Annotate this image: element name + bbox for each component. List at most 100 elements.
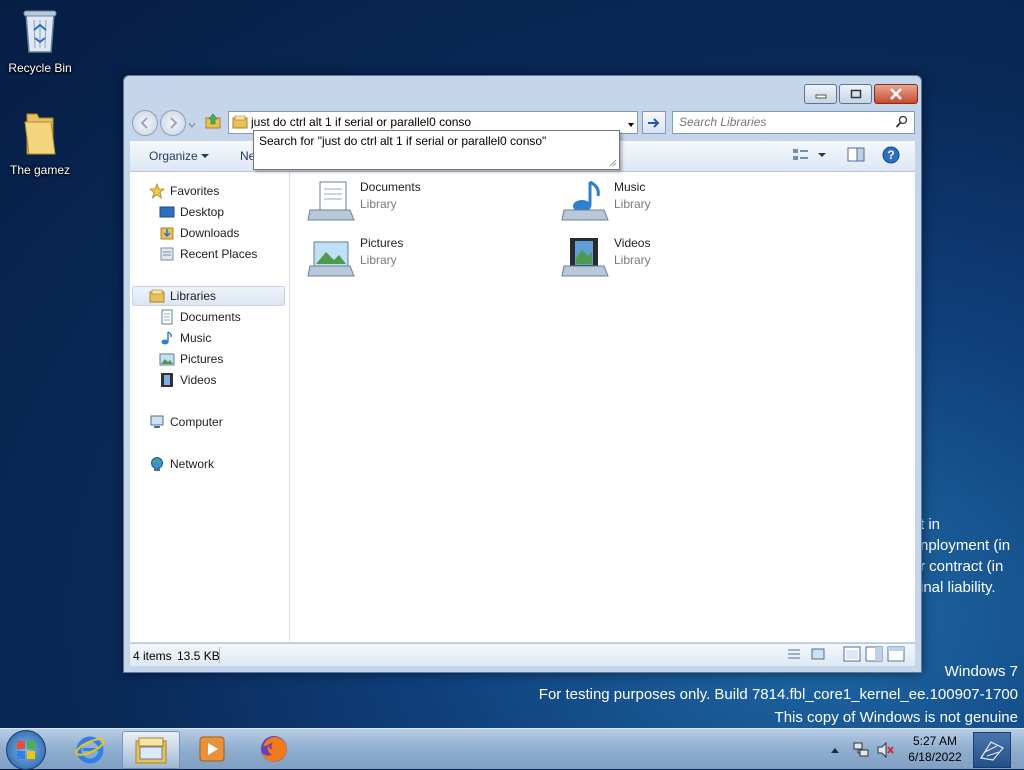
library-item-videos[interactable]: Videos Library [560, 236, 651, 282]
organize-menu[interactable]: Organize [149, 149, 210, 163]
nav-videos[interactable]: Videos [159, 370, 216, 390]
maximize-button[interactable] [839, 84, 872, 104]
status-item-count: 4 items [133, 649, 172, 663]
back-button[interactable] [132, 110, 158, 136]
show-desktop-button[interactable] [973, 732, 1011, 768]
recycle-bin-icon [0, 8, 80, 57]
desktop-icon-label: The gamez [9, 163, 71, 177]
large-icons-view-button[interactable] [810, 647, 826, 664]
chevron-down-icon [628, 123, 634, 127]
library-item-music[interactable]: Music Library [560, 180, 651, 226]
folder-icon [0, 112, 80, 159]
close-button[interactable] [874, 84, 918, 104]
view-options-icon [793, 149, 808, 160]
network-tray-icon [853, 742, 869, 757]
nav-music[interactable]: Music [159, 328, 211, 348]
chevron-down-icon [201, 154, 210, 158]
address-dropdown-button[interactable] [627, 118, 635, 132]
nav-label: Network [170, 457, 215, 471]
chevron-down-icon [818, 153, 826, 157]
clock-time: 5:27 AM [912, 734, 958, 748]
recent-pages-dropdown[interactable] [188, 118, 196, 132]
search-suggestion[interactable]: Search for "just do ctrl alt 1 if serial… [259, 134, 546, 148]
windows-logo-icon [17, 741, 35, 759]
search-input[interactable] [679, 113, 889, 130]
nav-label: Computer [170, 415, 223, 429]
taskbar-windows-explorer[interactable] [122, 731, 180, 769]
explorer-folder-icon [135, 737, 167, 764]
resize-grip-icon[interactable] [607, 157, 617, 167]
search-box[interactable] [672, 111, 915, 134]
tray-network[interactable] [852, 741, 870, 762]
layout-pane-icon [865, 646, 883, 662]
help-button[interactable]: ? [882, 146, 900, 167]
watermark-build: For testing purposes only. Build 7814.fb… [538, 686, 1018, 703]
taskbar-media-player[interactable] [184, 731, 240, 767]
desktop-icon-the-gamez[interactable]: The gamez [0, 112, 80, 177]
svg-text:?: ? [887, 148, 894, 162]
pane-layout-button-1[interactable] [843, 646, 861, 665]
videos-library-icon [561, 238, 609, 277]
large-icons-view-icon [811, 648, 825, 660]
search-icon[interactable] [895, 115, 909, 129]
tray-volume[interactable] [876, 741, 894, 762]
nav-label: Pictures [180, 352, 224, 366]
start-button[interactable] [6, 730, 46, 770]
desktop-icon-recycle-bin[interactable]: Recycle Bin [0, 8, 80, 75]
taskbar-internet-explorer[interactable] [62, 731, 118, 767]
libraries-icon [149, 288, 165, 304]
clock-date: 6/18/2022 [908, 750, 962, 764]
clock[interactable]: 5:27 AM 6/18/2022 [900, 733, 970, 765]
bg-text-line: nployment (in [920, 537, 1011, 554]
status-bar: 4 items 13.5 KB [130, 643, 915, 666]
network-icon [149, 456, 165, 472]
minimize-button[interactable] [804, 84, 837, 104]
pane-layout-button-2[interactable] [865, 646, 883, 665]
document-icon [159, 309, 175, 325]
nav-label: Recent Places [180, 247, 258, 261]
up-button[interactable] [204, 112, 222, 133]
nav-documents[interactable]: Documents [159, 307, 241, 327]
star-icon [149, 183, 165, 199]
documents-library-icon [307, 181, 355, 221]
maximize-icon [850, 89, 861, 99]
pictures-library-icon [307, 241, 355, 277]
up-folder-icon [205, 113, 221, 129]
change-view-button[interactable] [792, 147, 826, 163]
address-input[interactable] [251, 113, 616, 130]
close-icon [890, 88, 902, 100]
nav-label: Music [180, 331, 212, 345]
chevron-down-icon [188, 122, 196, 128]
details-view-button[interactable] [786, 647, 802, 664]
forward-arrow-icon [170, 117, 178, 129]
pane-layout-button-3[interactable] [887, 646, 905, 665]
nav-pictures[interactable]: Pictures [159, 349, 223, 369]
internet-explorer-icon [75, 736, 105, 764]
nav-label: Libraries [170, 289, 217, 303]
address-autocomplete: Search for "just do ctrl alt 1 if serial… [253, 130, 620, 170]
preview-pane-button[interactable] [847, 147, 865, 166]
library-item-documents[interactable]: Documents Library [306, 180, 421, 226]
library-name: Videos [614, 236, 651, 250]
taskbar-firefox[interactable] [246, 731, 302, 767]
library-item-pictures[interactable]: Pictures Library [306, 236, 403, 282]
file-view: Documents Library Music Library Pictures… [290, 172, 915, 642]
nav-network[interactable]: Network [149, 454, 214, 474]
nav-computer[interactable]: Computer [149, 412, 223, 432]
nav-favorites[interactable]: Favorites [149, 181, 219, 201]
watermark-windows7: Windows 7 [944, 663, 1018, 680]
nav-downloads[interactable]: Downloads [159, 223, 239, 243]
nav-recent-places[interactable]: Recent Places [159, 244, 257, 264]
nav-desktop[interactable]: Desktop [159, 202, 224, 222]
library-name: Pictures [360, 236, 404, 250]
nav-libraries[interactable]: Libraries [132, 286, 285, 306]
show-hidden-icons-button[interactable] [830, 743, 840, 757]
chevron-up-icon [831, 748, 839, 753]
go-button[interactable] [642, 111, 666, 134]
navigation-pane: Favorites Desktop Downloads Recent Place… [130, 172, 290, 642]
organize-label: Organize [149, 149, 198, 163]
forward-button[interactable] [160, 110, 186, 136]
nav-label: Documents [180, 310, 241, 324]
nav-label: Downloads [180, 226, 240, 240]
network-map-icon [980, 741, 1004, 761]
